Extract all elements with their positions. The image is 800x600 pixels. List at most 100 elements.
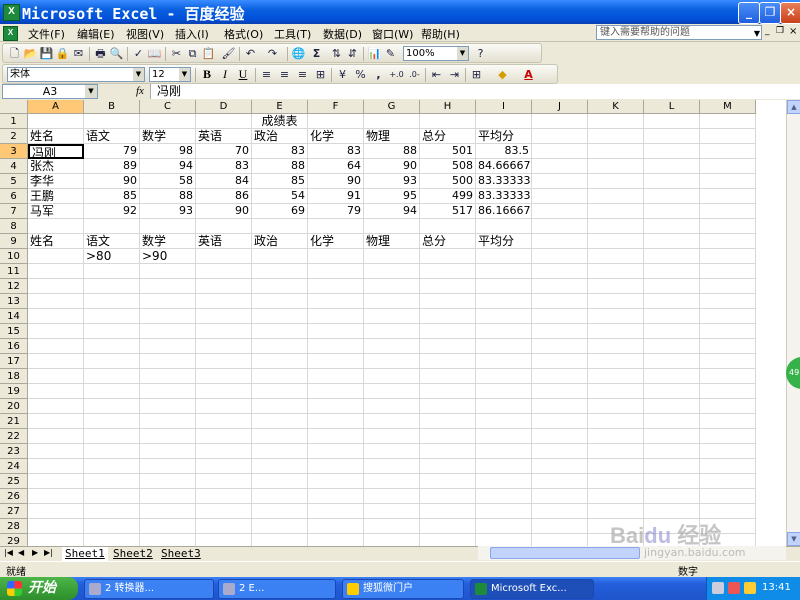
grid-cell[interactable] xyxy=(364,354,420,369)
decrease-indent-icon[interactable]: ⇤ xyxy=(429,67,444,82)
grid-cell[interactable] xyxy=(364,249,420,264)
grid-cell[interactable] xyxy=(308,414,364,429)
grid-cell[interactable] xyxy=(140,444,196,459)
score-cell[interactable]: 90 xyxy=(84,174,140,189)
grid-cell[interactable] xyxy=(308,294,364,309)
grid-cell[interactable] xyxy=(420,264,476,279)
column-header[interactable]: B xyxy=(84,100,140,114)
grid-cell[interactable] xyxy=(28,369,84,384)
zoom-select[interactable]: 100% ▼ xyxy=(403,46,469,61)
column-header[interactable]: I xyxy=(476,100,532,114)
grid-cell[interactable] xyxy=(140,384,196,399)
grid-cell[interactable] xyxy=(28,324,84,339)
score-cell[interactable]: 83.5 xyxy=(476,144,532,159)
score-cell[interactable]: 94 xyxy=(364,204,420,219)
grid-cell[interactable] xyxy=(644,204,700,219)
grid-cell[interactable] xyxy=(420,519,476,534)
score-cell[interactable]: 85 xyxy=(84,189,140,204)
grid-cell[interactable] xyxy=(252,279,308,294)
grid-cell[interactable] xyxy=(700,504,756,519)
grid-cell[interactable] xyxy=(532,159,588,174)
grid-cell[interactable] xyxy=(308,369,364,384)
score-cell[interactable]: 84.66667 xyxy=(476,159,532,174)
grid-cell[interactable] xyxy=(28,264,84,279)
tab-sheet2[interactable]: Sheet2 xyxy=(110,547,156,561)
font-name-select[interactable]: 宋体 ▼ xyxy=(7,67,145,82)
grid-cell[interactable] xyxy=(308,354,364,369)
grid-cell[interactable] xyxy=(532,144,588,159)
grid-cell[interactable] xyxy=(644,399,700,414)
grid-cell[interactable] xyxy=(140,324,196,339)
underline-button[interactable]: U xyxy=(235,67,251,82)
grid-cell[interactable] xyxy=(252,219,308,234)
grid-cell[interactable] xyxy=(196,339,252,354)
row-header[interactable]: 19 xyxy=(0,384,28,399)
chevron-down-icon[interactable]: ▼ xyxy=(133,68,144,81)
grid-cell[interactable] xyxy=(84,354,140,369)
grid-cell[interactable] xyxy=(700,399,756,414)
grid-cell[interactable] xyxy=(588,159,644,174)
tab-sheet1[interactable]: Sheet1 xyxy=(62,547,108,561)
grid-cell[interactable] xyxy=(476,414,532,429)
tab-sheet3[interactable]: Sheet3 xyxy=(158,547,204,561)
grid-cell[interactable] xyxy=(476,444,532,459)
grid-cell[interactable] xyxy=(364,279,420,294)
row-header[interactable]: 15 xyxy=(0,324,28,339)
grid-cell[interactable] xyxy=(532,369,588,384)
grid-cell[interactable] xyxy=(364,339,420,354)
grid-cell[interactable] xyxy=(644,159,700,174)
grid-cell[interactable] xyxy=(588,309,644,324)
criteria-header-cell[interactable]: 英语 xyxy=(196,234,252,249)
scroll-down-icon[interactable]: ▼ xyxy=(787,532,800,546)
score-cell[interactable]: 94 xyxy=(140,159,196,174)
grid-cell[interactable] xyxy=(588,324,644,339)
row-header[interactable]: 4 xyxy=(0,159,28,174)
grid-cell[interactable] xyxy=(28,279,84,294)
menu-tools[interactable]: 工具(T) xyxy=(274,26,311,42)
score-cell[interactable]: 79 xyxy=(308,204,364,219)
column-header[interactable]: F xyxy=(308,100,364,114)
grid-cell[interactable] xyxy=(700,429,756,444)
grid-cell[interactable] xyxy=(196,249,252,264)
score-cell[interactable]: 90 xyxy=(196,204,252,219)
column-header[interactable]: M xyxy=(700,100,756,114)
criteria-header-cell[interactable]: 化学 xyxy=(308,234,364,249)
header-cell[interactable]: 物理 xyxy=(364,129,420,144)
grid-cell[interactable] xyxy=(364,219,420,234)
grid-cell[interactable] xyxy=(532,294,588,309)
scroll-up-icon[interactable]: ▲ xyxy=(787,100,800,114)
drawing-icon[interactable]: ✎ xyxy=(383,46,398,61)
maximize-button[interactable]: ❐ xyxy=(759,2,781,24)
grid-cell[interactable] xyxy=(476,474,532,489)
grid-cell[interactable] xyxy=(476,534,532,546)
grid-cell[interactable] xyxy=(644,189,700,204)
taskbar-button-2[interactable]: 2 E... xyxy=(218,579,336,599)
grid-cell[interactable] xyxy=(196,519,252,534)
grid-cell[interactable] xyxy=(28,534,84,546)
score-cell[interactable]: 88 xyxy=(364,144,420,159)
print-icon[interactable]: 🖶 xyxy=(93,46,108,61)
undo-icon[interactable]: ↶ xyxy=(243,46,258,61)
grid-cell[interactable] xyxy=(644,489,700,504)
grid-cell[interactable] xyxy=(364,114,420,129)
grid-cell[interactable] xyxy=(252,429,308,444)
grid-cell[interactable] xyxy=(532,354,588,369)
grid-cell[interactable] xyxy=(308,279,364,294)
grid-cell[interactable] xyxy=(532,129,588,144)
grid-cell[interactable] xyxy=(196,459,252,474)
grid-cell[interactable] xyxy=(700,444,756,459)
grid-cell[interactable] xyxy=(28,414,84,429)
grid-cell[interactable] xyxy=(700,309,756,324)
grid-cell[interactable] xyxy=(420,399,476,414)
grid-cell[interactable] xyxy=(252,309,308,324)
last-sheet-icon[interactable]: ▶| xyxy=(44,548,53,557)
row-header[interactable]: 12 xyxy=(0,279,28,294)
grid-cell[interactable] xyxy=(420,369,476,384)
grid-cell[interactable] xyxy=(308,219,364,234)
grid-cell[interactable] xyxy=(364,294,420,309)
grid-cell[interactable] xyxy=(700,384,756,399)
column-header[interactable]: J xyxy=(532,100,588,114)
column-header[interactable]: A xyxy=(28,100,84,114)
chevron-down-icon[interactable]: ▼ xyxy=(179,68,190,81)
excel-app-icon[interactable]: X xyxy=(3,4,20,21)
